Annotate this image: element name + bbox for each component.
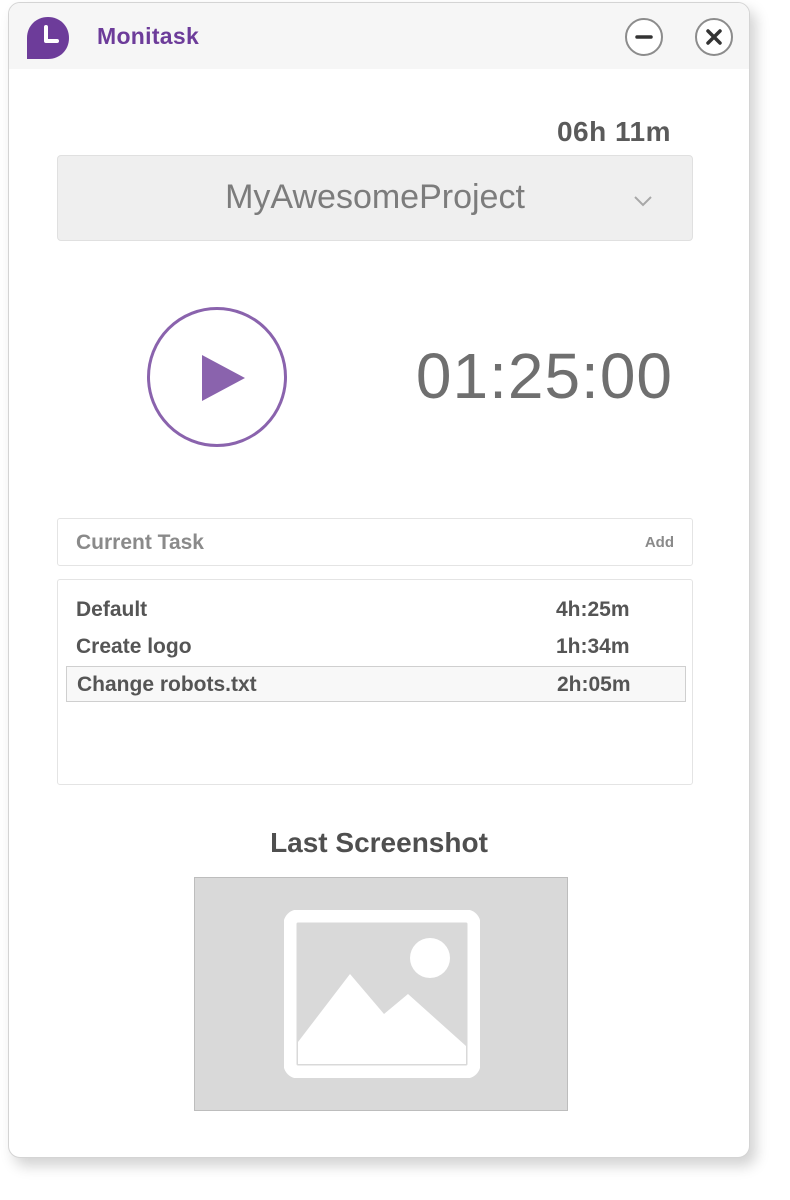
last-screenshot-title: Last Screenshot xyxy=(270,827,488,858)
task-time: 2h:05m xyxy=(557,673,631,696)
task-list: Default 4h:25m Create logo 1h:34m Change… xyxy=(57,579,693,785)
play-icon xyxy=(202,355,245,401)
task-row[interactable]: Create logo 1h:34m xyxy=(66,629,686,665)
close-button[interactable] xyxy=(695,18,733,56)
total-time: 06h 11m xyxy=(556,116,671,147)
task-time: 4h:25m xyxy=(556,598,630,621)
current-task-label: Current Task xyxy=(76,531,204,554)
close-icon xyxy=(706,29,722,45)
task-row[interactable]: Default 4h:25m xyxy=(66,592,686,628)
clock-logo-icon xyxy=(27,17,69,59)
minimize-icon xyxy=(635,35,653,39)
image-placeholder-icon xyxy=(284,910,480,1078)
app-title: Monitask xyxy=(97,23,200,49)
minimize-button[interactable] xyxy=(625,18,663,56)
project-dropdown[interactable]: MyAwesomeProject xyxy=(57,155,693,241)
project-name: MyAwesomeProject xyxy=(225,178,525,216)
app-window: Monitask 06h 11m MyAwesomeProject 01:25:… xyxy=(8,2,750,1158)
task-name: Default xyxy=(76,598,148,621)
current-task-header: Current Task Add xyxy=(57,518,693,566)
last-screenshot-thumbnail[interactable] xyxy=(194,877,568,1111)
task-name: Change robots.txt xyxy=(77,673,257,696)
elapsed-timer: 01:25:00 xyxy=(415,340,673,412)
title-bar: Monitask xyxy=(9,3,749,69)
chevron-down-icon xyxy=(634,196,652,207)
task-name: Create logo xyxy=(76,635,192,658)
play-button[interactable] xyxy=(147,307,287,447)
add-task-button[interactable]: Add xyxy=(645,534,674,551)
task-row-selected[interactable]: Change robots.txt 2h:05m xyxy=(66,666,686,702)
task-time: 1h:34m xyxy=(556,635,630,658)
